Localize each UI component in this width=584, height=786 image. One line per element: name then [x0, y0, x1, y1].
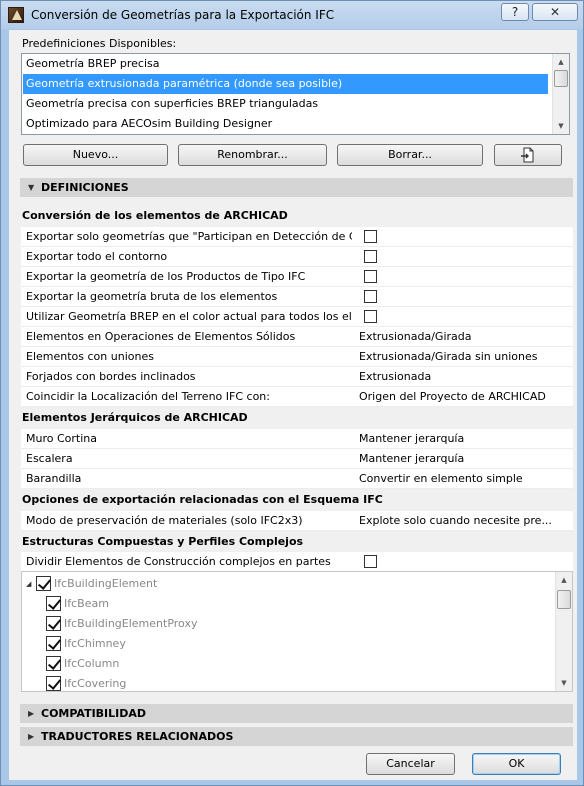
- setting-row: Exportar la geometría de los Productos d…: [21, 267, 573, 287]
- setting-checkbox[interactable]: [364, 555, 377, 568]
- setting-value[interactable]: Mantener jerarquía: [359, 429, 464, 449]
- setting-checkbox[interactable]: [364, 230, 377, 243]
- setting-checkbox[interactable]: [364, 270, 377, 283]
- group-title-conversion: Conversión de los elementos de ARCHICAD: [22, 209, 288, 222]
- setting-row[interactable]: Elementos con uniones Extrusionada/Girad…: [21, 347, 573, 367]
- setting-value[interactable]: Mantener jerarquía: [359, 449, 464, 469]
- tree-item-label: IfcBuildingElementProxy: [64, 617, 198, 630]
- new-preset-button[interactable]: Nuevo...: [23, 144, 168, 166]
- section-compatibility[interactable]: ▶ COMPATIBILIDAD: [20, 704, 573, 723]
- tree-item-label: IfcBuildingElement: [54, 577, 158, 590]
- tree-item-label: IfcColumn: [64, 657, 120, 670]
- ifc-geometry-dialog: Conversión de Geometrías para la Exporta…: [0, 0, 584, 786]
- setting-row[interactable]: Barandilla Convertir en elemento simple: [21, 469, 573, 489]
- presets-list[interactable]: Geometría BREP precisa Geometría extrusi…: [21, 53, 570, 135]
- setting-row[interactable]: Escalera Mantener jerarquía: [21, 449, 573, 469]
- help-button[interactable]: ?: [501, 3, 529, 21]
- scroll-up-icon[interactable]: ▲: [553, 54, 569, 70]
- setting-value[interactable]: Origen del Proyecto de ARCHICAD: [359, 387, 546, 407]
- setting-row: Exportar solo geometrías que "Participan…: [21, 227, 573, 247]
- setting-label: Forjados con bordes inclinados: [26, 370, 196, 383]
- archicad-app-icon: [8, 7, 24, 23]
- setting-row: Dividir Elementos de Construcción comple…: [21, 552, 573, 572]
- collapse-triangle-icon: ▼: [28, 183, 35, 192]
- setting-label: Exportar todo el contorno: [26, 250, 168, 263]
- tree-scrollbar[interactable]: ▲ ▼: [555, 572, 572, 691]
- group-title-hierarchy: Elementos Jerárquicos de ARCHICAD: [22, 411, 248, 424]
- ifc-element-tree[interactable]: ◢ IfcBuildingElement IfcBeam IfcBuilding…: [21, 571, 573, 692]
- expand-triangle-icon: ▶: [28, 732, 35, 741]
- tree-item-label: IfcChimney: [64, 637, 126, 650]
- setting-label: Elementos en Operaciones de Elementos Só…: [26, 330, 296, 343]
- scroll-down-icon[interactable]: ▼: [556, 675, 572, 691]
- section-definitions[interactable]: ▼ DEFINICIONES: [20, 178, 573, 197]
- section-definitions-label: DEFINICIONES: [41, 181, 129, 194]
- scroll-down-icon[interactable]: ▼: [553, 118, 569, 134]
- setting-checkbox[interactable]: [364, 250, 377, 263]
- preset-item[interactable]: Optimizado para AECOsim Building Designe…: [23, 114, 548, 134]
- setting-label: Elementos con uniones: [26, 350, 154, 363]
- rename-preset-button[interactable]: Renombrar...: [178, 144, 327, 166]
- setting-label: Exportar solo geometrías que "Participan…: [26, 230, 352, 243]
- setting-row: Exportar la geometría bruta de los eleme…: [21, 287, 573, 307]
- setting-value[interactable]: Extrusionada/Girada sin uniones: [359, 347, 537, 367]
- setting-value[interactable]: Convertir en elemento simple: [359, 469, 523, 489]
- scroll-up-icon[interactable]: ▲: [556, 572, 572, 588]
- section-compatibility-label: COMPATIBILIDAD: [41, 707, 147, 720]
- scroll-thumb[interactable]: [554, 70, 568, 87]
- setting-label: Muro Cortina: [26, 432, 97, 445]
- setting-label: Exportar la geometría bruta de los eleme…: [26, 290, 278, 303]
- setting-checkbox[interactable]: [364, 290, 377, 303]
- group-title-schema: Opciones de exportación relacionadas con…: [22, 493, 383, 506]
- setting-row[interactable]: Coincidir la Localización del Terreno IF…: [21, 387, 573, 407]
- tree-checkbox-checked[interactable]: [46, 676, 61, 691]
- close-button[interactable]: ✕: [532, 3, 578, 21]
- setting-label: Dividir Elementos de Construcción comple…: [26, 555, 331, 568]
- setting-value[interactable]: Extrusionada: [359, 367, 431, 387]
- import-file-icon: [521, 147, 534, 163]
- tree-checkbox-checked[interactable]: [46, 596, 61, 611]
- tree-item-label: IfcBeam: [64, 597, 109, 610]
- expand-triangle-icon: ▶: [28, 709, 35, 718]
- setting-label: Coincidir la Localización del Terreno IF…: [26, 390, 270, 403]
- expand-triangle-icon[interactable]: ◢: [26, 574, 31, 594]
- preset-item[interactable]: Geometría BREP precisa: [23, 54, 548, 74]
- tree-item-label: IfcCovering: [64, 677, 127, 690]
- cancel-button[interactable]: Cancelar: [366, 753, 455, 775]
- scroll-thumb[interactable]: [557, 590, 571, 609]
- dialog-body: Predefiniciones Disponibles: Geometría B…: [9, 30, 577, 780]
- setting-row[interactable]: Muro Cortina Mantener jerarquía: [21, 429, 573, 449]
- presets-label: Predefiniciones Disponibles:: [22, 37, 177, 50]
- group-title-composite: Estructuras Compuestas y Perfiles Comple…: [22, 535, 304, 548]
- setting-label: Barandilla: [26, 472, 82, 485]
- setting-label: Modo de preservación de materiales (solo…: [26, 514, 303, 527]
- setting-row[interactable]: Elementos en Operaciones de Elementos Só…: [21, 327, 573, 347]
- setting-row[interactable]: Modo de preservación de materiales (solo…: [21, 511, 573, 531]
- setting-label: Exportar la geometría de los Productos d…: [26, 270, 306, 283]
- preset-item[interactable]: Geometría precisa con superficies BREP t…: [23, 94, 548, 114]
- setting-row: Exportar todo el contorno: [21, 247, 573, 267]
- setting-label: Escalera: [26, 452, 73, 465]
- window-title: Conversión de Geometrías para la Exporta…: [31, 8, 335, 22]
- title-bar: Conversión de Geometrías para la Exporta…: [1, 1, 583, 29]
- tree-checkbox-checked[interactable]: [46, 656, 61, 671]
- preset-item-selected[interactable]: Geometría extrusionada paramétrica (dond…: [23, 74, 548, 94]
- setting-row: Utilizar Geometría BREP en el color actu…: [21, 307, 573, 327]
- setting-value[interactable]: Extrusionada/Girada: [359, 327, 472, 347]
- import-preset-button[interactable]: [494, 144, 562, 166]
- setting-checkbox[interactable]: [364, 310, 377, 323]
- section-translators-label: TRADUCTORES RELACIONADOS: [41, 730, 234, 743]
- setting-label: Utilizar Geometría BREP en el color actu…: [26, 310, 352, 323]
- tree-checkbox-checked[interactable]: [36, 576, 51, 591]
- tree-checkbox-checked[interactable]: [46, 616, 61, 631]
- setting-value[interactable]: Explote solo cuando necesite pre...: [359, 511, 552, 531]
- tree-checkbox-checked[interactable]: [46, 636, 61, 651]
- presets-scrollbar[interactable]: ▲ ▼: [552, 54, 569, 134]
- ok-button[interactable]: OK: [472, 753, 561, 775]
- section-translators[interactable]: ▶ TRADUCTORES RELACIONADOS: [20, 727, 573, 746]
- setting-row[interactable]: Forjados con bordes inclinados Extrusion…: [21, 367, 573, 387]
- delete-preset-button[interactable]: Borrar...: [337, 144, 483, 166]
